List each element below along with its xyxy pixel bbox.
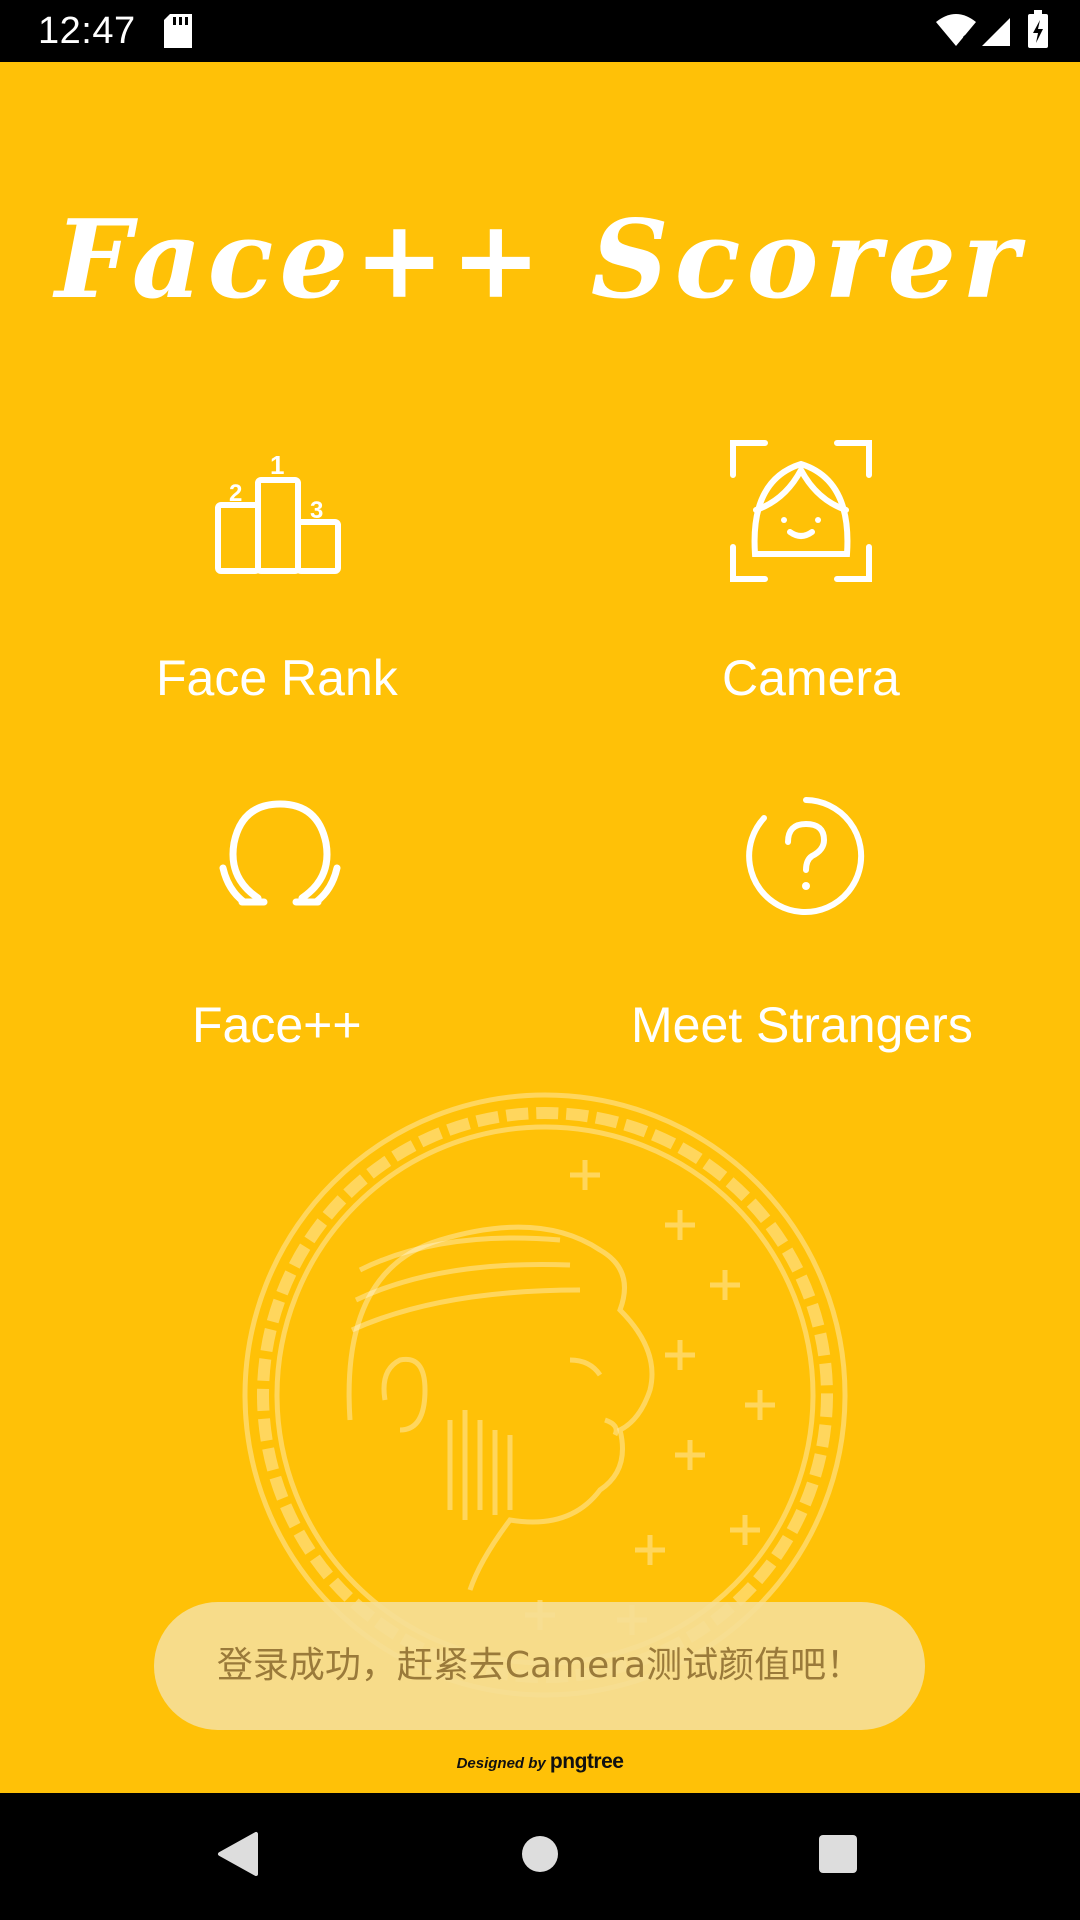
status-bar: 12:47 bbox=[0, 0, 1080, 62]
watermark-prefix: Designed by bbox=[456, 1755, 546, 1772]
wifi-icon bbox=[936, 14, 976, 48]
battery-charging-icon bbox=[1028, 10, 1048, 48]
navigation-bar bbox=[0, 1793, 1080, 1920]
home-button[interactable] bbox=[490, 1793, 590, 1920]
question-mark-icon bbox=[744, 794, 868, 923]
back-icon bbox=[216, 1830, 260, 1883]
toast-message: 登录成功，赶紧去Camera测试颜值吧！ bbox=[154, 1602, 925, 1730]
signal-icon bbox=[982, 18, 1010, 46]
camera-button[interactable]: Camera bbox=[620, 430, 980, 730]
meet-strangers-button[interactable]: Meet Strangers bbox=[620, 780, 1000, 1080]
status-icons bbox=[934, 10, 1054, 59]
face-rank-button[interactable]: 1 2 3 Face Rank bbox=[100, 430, 460, 730]
recents-icon bbox=[818, 1834, 858, 1879]
home-icon bbox=[520, 1834, 560, 1879]
back-button[interactable] bbox=[188, 1793, 288, 1920]
recents-button[interactable] bbox=[788, 1793, 888, 1920]
facepp-label: Face++ bbox=[192, 997, 362, 1053]
face-rank-label: Face Rank bbox=[156, 650, 398, 706]
svg-text:1: 1 bbox=[270, 450, 284, 480]
watermark-brand: pngtree bbox=[549, 1750, 624, 1773]
meet-strangers-label: Meet Strangers bbox=[631, 997, 973, 1053]
designed-by-watermark: Designed by pngtree bbox=[0, 1750, 1080, 1774]
svg-text:3: 3 bbox=[310, 497, 323, 524]
status-time: 12:47 bbox=[38, 10, 136, 52]
podium-icon: 1 2 3 bbox=[215, 450, 345, 580]
sd-card-icon bbox=[164, 14, 192, 53]
omega-logo-icon bbox=[218, 798, 342, 911]
app-title: Face++ Scorer bbox=[54, 197, 1026, 323]
face-scan-icon bbox=[730, 440, 872, 587]
camera-label: Camera bbox=[722, 650, 900, 706]
svg-text:2: 2 bbox=[229, 480, 242, 507]
facepp-button[interactable]: Face++ bbox=[100, 780, 460, 1080]
